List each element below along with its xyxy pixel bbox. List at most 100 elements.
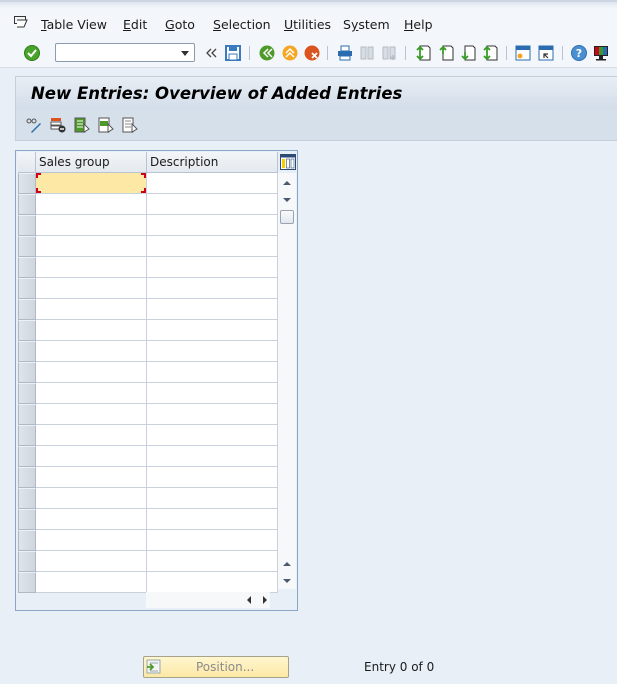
column-header-description[interactable]: Description — [147, 152, 278, 173]
menu-table-view[interactable]: Table View — [41, 17, 107, 32]
row-selector[interactable] — [18, 278, 36, 299]
cell-sales-group[interactable] — [36, 467, 147, 488]
system-menu-icon[interactable] — [14, 16, 28, 28]
row-selector[interactable] — [18, 257, 36, 278]
expand-icon[interactable] — [203, 44, 221, 62]
scroll-left-icon[interactable] — [242, 592, 256, 608]
previous-page-icon[interactable] — [437, 44, 455, 62]
chevron-down-icon[interactable] — [181, 51, 189, 56]
cell-description[interactable] — [147, 404, 278, 425]
delete-icon[interactable] — [50, 117, 66, 133]
display-change-icon[interactable] — [26, 117, 42, 133]
menu-help[interactable]: Help — [404, 17, 433, 32]
cell-sales-group[interactable] — [36, 425, 147, 446]
cell-description[interactable] — [147, 236, 278, 257]
cell-sales-group[interactable] — [36, 194, 147, 215]
row-selector[interactable] — [18, 572, 36, 593]
back-icon[interactable] — [258, 44, 276, 62]
cell-description[interactable] — [147, 467, 278, 488]
row-selector[interactable] — [18, 404, 36, 425]
cell-sales-group[interactable] — [36, 341, 147, 362]
cell-description[interactable] — [147, 572, 278, 593]
row-selector[interactable] — [18, 488, 36, 509]
deselect-all-icon[interactable] — [122, 117, 138, 133]
exit-icon[interactable] — [281, 44, 299, 62]
cell-description[interactable] — [147, 383, 278, 404]
cell-sales-group[interactable] — [36, 446, 147, 467]
cell-sales-group[interactable] — [36, 530, 147, 551]
shortcut-icon[interactable] — [537, 44, 555, 62]
enter-icon[interactable] — [23, 44, 41, 62]
customize-layout-icon[interactable] — [592, 44, 610, 62]
last-page-icon[interactable] — [481, 44, 499, 62]
find-icon[interactable] — [358, 44, 376, 62]
cell-sales-group[interactable] — [36, 278, 147, 299]
cell-sales-group[interactable] — [36, 572, 147, 593]
scroll-up-icon[interactable] — [279, 175, 295, 191]
row-selector[interactable] — [18, 425, 36, 446]
cancel-icon[interactable] — [303, 44, 321, 62]
cell-sales-group[interactable] — [36, 299, 147, 320]
menu-edit[interactable]: Edit — [123, 17, 147, 32]
cell-sales-group[interactable] — [36, 362, 147, 383]
row-selector[interactable] — [18, 194, 36, 215]
page-up-icon[interactable] — [279, 556, 295, 572]
cell-sales-group[interactable] — [36, 509, 147, 530]
cell-description[interactable] — [147, 530, 278, 551]
position-button[interactable]: Position... — [143, 656, 289, 678]
cell-sales-group[interactable] — [36, 236, 147, 257]
menu-system[interactable]: System — [343, 17, 390, 32]
row-selector[interactable] — [18, 530, 36, 551]
menu-selection[interactable]: Selection — [213, 17, 271, 32]
row-selector[interactable] — [18, 320, 36, 341]
row-selector[interactable] — [18, 341, 36, 362]
cell-sales-group[interactable] — [36, 320, 147, 341]
row-selector[interactable] — [18, 509, 36, 530]
cell-sales-group[interactable] — [36, 404, 147, 425]
horizontal-scroll-track[interactable] — [146, 592, 240, 608]
next-page-icon[interactable] — [459, 44, 477, 62]
row-selector[interactable] — [18, 446, 36, 467]
cell-sales-group[interactable] — [36, 383, 147, 404]
column-header-sales-group[interactable]: Sales group — [36, 152, 147, 173]
row-selector[interactable] — [18, 236, 36, 257]
create-session-icon[interactable] — [514, 44, 532, 62]
page-down-icon[interactable] — [279, 573, 295, 589]
cell-description[interactable] — [147, 278, 278, 299]
cell-sales-group[interactable] — [36, 215, 147, 236]
cell-description[interactable] — [147, 362, 278, 383]
scroll-down-icon[interactable] — [279, 192, 295, 208]
cell-description[interactable] — [147, 299, 278, 320]
cell-sales-group[interactable] — [36, 173, 147, 194]
first-page-icon[interactable] — [414, 44, 432, 62]
vertical-scrollbar[interactable] — [278, 173, 296, 589]
row-selector[interactable] — [18, 383, 36, 404]
cell-description[interactable] — [147, 341, 278, 362]
cell-description[interactable] — [147, 173, 278, 194]
cell-description[interactable] — [147, 194, 278, 215]
select-all-icon[interactable] — [74, 117, 90, 133]
row-selector[interactable] — [18, 299, 36, 320]
find-next-icon[interactable] — [380, 44, 398, 62]
cell-description[interactable] — [147, 257, 278, 278]
menu-goto[interactable]: Goto — [165, 17, 195, 32]
select-all-rows-button[interactable] — [18, 152, 36, 173]
row-selector[interactable] — [18, 551, 36, 572]
scroll-right-icon[interactable] — [258, 592, 272, 608]
row-selector[interactable] — [18, 215, 36, 236]
cell-description[interactable] — [147, 509, 278, 530]
table-settings-icon[interactable] — [280, 154, 296, 170]
horizontal-scrollbar[interactable] — [146, 592, 270, 608]
scroll-thumb[interactable] — [280, 210, 294, 224]
menu-utilities[interactable]: Utilities — [284, 17, 331, 32]
cell-description[interactable] — [147, 551, 278, 572]
cell-sales-group[interactable] — [36, 488, 147, 509]
help-icon[interactable]: ? — [570, 44, 588, 62]
cell-description[interactable] — [147, 215, 278, 236]
cell-description[interactable] — [147, 446, 278, 467]
select-block-icon[interactable] — [98, 117, 114, 133]
row-selector[interactable] — [18, 467, 36, 488]
cell-sales-group[interactable] — [36, 551, 147, 572]
cell-description[interactable] — [147, 425, 278, 446]
cell-description[interactable] — [147, 320, 278, 341]
